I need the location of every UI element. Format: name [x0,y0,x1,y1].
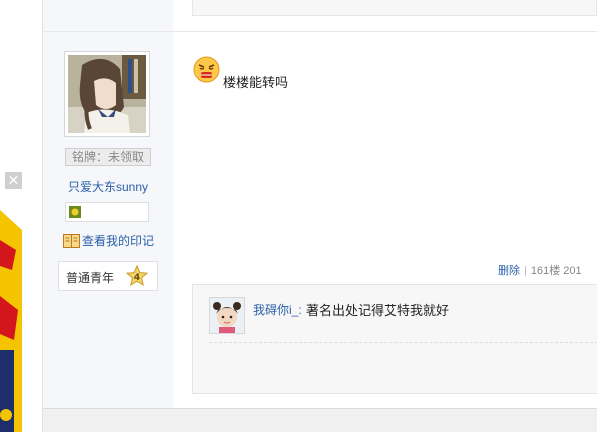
post-content: 楼楼能转吗 [223,75,289,90]
user-level-bar [65,202,149,222]
post-meta: 删除 | 161楼 201 [498,262,582,278]
rank-box: 普通青年 4 [58,261,158,291]
delete-link[interactable]: 删除 [498,265,520,277]
previous-post-sidebar [43,0,173,31]
meta-separator: | [524,265,527,277]
ad-banner[interactable] [0,200,22,432]
next-post-border [43,408,597,432]
previous-post-reply-box [192,0,597,16]
author-sidebar: 铭牌：未领取 只爱大东sunny 查看我的印记 普通青年 4 [43,32,173,408]
ad-close-icon[interactable]: ✕ [5,172,22,189]
avatar-image [68,55,146,133]
view-imprint-label: 查看我的印记 [82,234,155,248]
rank-title: 普通青年 [66,271,115,285]
medal-button[interactable]: 铭牌：未领取 [65,148,151,166]
view-imprint-link[interactable]: 查看我的印记 [63,232,173,250]
reply-user-avatar[interactable] [209,297,245,334]
reply-divider [209,342,597,343]
floor-number: 161楼 [530,265,561,277]
reply-content: 著名出处记得艾特我就好 [306,303,450,318]
angry-face-emoji-icon [193,56,220,83]
rank-star-icon: 4 [125,264,149,287]
reply-box: 我碍你i_: 著名出处记得艾特我就好 [192,284,597,394]
author-username[interactable]: 只爱大东sunny [43,178,173,195]
author-avatar[interactable] [64,51,150,137]
post-date: 201 [563,265,582,277]
rank-level-number: 4 [134,273,140,283]
book-icon [63,233,80,249]
level-badge-icon [69,206,81,218]
reply-username[interactable]: 我碍你i_: [253,301,302,318]
